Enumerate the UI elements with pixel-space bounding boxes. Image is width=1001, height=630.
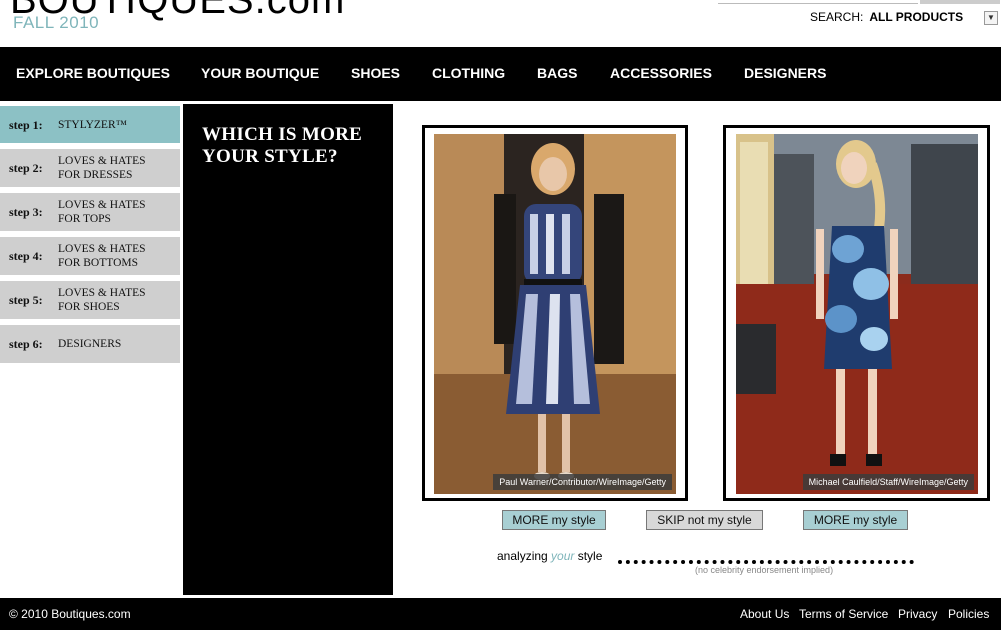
right-outfit-photo[interactable]: Michael Caulfield/Staff/WireImage/Getty [736,134,978,494]
step-label: DESIGNERS [58,338,122,350]
step-sublabel: FOR TOPS [58,213,111,225]
step-designers[interactable]: step 6: DESIGNERS [0,325,180,363]
site-header: BOUTIQUES.com FALL 2010 SEARCH: ALL PRODU… [0,0,1001,47]
step-number: step 4: [9,249,43,263]
question-heading: WHICH IS MORE YOUR STYLE? [202,124,363,167]
step-sublabel: FOR SHOES [58,301,120,313]
step-label: STYLYZER™ [58,119,127,131]
step-number: step 2: [9,161,43,175]
logo-tld: .com [254,0,346,22]
footer-link-policies[interactable]: Policies [948,607,989,621]
more-my-style-left-button[interactable]: MORE my style [502,510,606,530]
search-label: SEARCH: [810,10,864,24]
footer-link-privacy[interactable]: Privacy [898,607,937,621]
search-scope: SEARCH: ALL PRODUCTS [810,10,963,24]
left-outfit-photo[interactable]: Paul Warner/Contributor/WireImage/Getty [434,134,676,494]
search-scope-select[interactable]: ALL PRODUCTS [869,10,963,24]
nav-accessories[interactable]: ACCESSORIES [610,47,712,101]
step-tops[interactable]: step 3: LOVES & HATES FOR TOPS [0,193,180,231]
step-bottoms[interactable]: step 4: LOVES & HATES FOR BOTTOMS [0,237,180,275]
analyzing-post: style [574,549,603,563]
search-input[interactable] [718,0,918,4]
season-label: FALL 2010 [13,13,100,32]
nav-shoes[interactable]: SHOES [351,47,400,101]
photo-credit: Michael Caulfield/Staff/WireImage/Getty [802,474,974,490]
step-shoes[interactable]: step 5: LOVES & HATES FOR SHOES [0,281,180,319]
search-button[interactable] [920,0,1000,4]
step-label: LOVES & HATES [58,155,146,167]
step-sublabel: FOR DRESSES [58,169,133,181]
right-photo-frame[interactable]: Michael Caulfield/Staff/WireImage/Getty [723,125,990,501]
chevron-down-icon[interactable]: ▼ [984,11,998,25]
analyzing-pre: analyzing [497,549,552,563]
photo-credit: Paul Warner/Contributor/WireImage/Getty [493,474,672,490]
step-sublabel: FOR BOTTOMS [58,257,138,269]
endorsement-disclaimer: (no celebrity endorsement implied) [695,565,834,575]
question-panel: WHICH IS MORE YOUR STYLE? [183,104,393,595]
left-outfit-image [434,134,676,494]
more-my-style-right-button[interactable]: MORE my style [803,510,908,530]
step-label: LOVES & HATES [58,199,146,211]
step-stylyzer[interactable]: step 1: STYLYZER™ [0,106,180,143]
left-photo-frame[interactable]: Paul Warner/Contributor/WireImage/Getty [422,125,688,501]
step-label: LOVES & HATES [58,287,146,299]
step-number: step 1: [9,118,43,132]
step-dresses[interactable]: step 2: LOVES & HATES FOR DRESSES [0,149,180,187]
nav-bags[interactable]: BAGS [537,47,577,101]
analyzing-label: analyzing your style [497,549,602,563]
analyzing-em: your [551,549,575,563]
copyright: © 2010 Boutiques.com [9,607,131,621]
step-number: step 5: [9,293,43,307]
main-nav: EXPLORE BOUTIQUES YOUR BOUTIQUE SHOES CL… [0,47,1001,101]
step-label: LOVES & HATES [58,243,146,255]
nav-your-boutique[interactable]: YOUR BOUTIQUE [201,47,319,101]
step-number: step 6: [9,337,43,351]
site-footer: © 2010 Boutiques.com About Us Terms of S… [0,598,1001,630]
nav-designers[interactable]: DESIGNERS [744,47,826,101]
nav-explore-boutiques[interactable]: EXPLORE BOUTIQUES [16,47,170,101]
right-outfit-image [736,134,978,494]
step-number: step 3: [9,205,43,219]
nav-clothing[interactable]: CLOTHING [432,47,505,101]
skip-button[interactable]: SKIP not my style [646,510,763,530]
footer-link-terms[interactable]: Terms of Service [799,607,888,621]
footer-link-about[interactable]: About Us [740,607,789,621]
